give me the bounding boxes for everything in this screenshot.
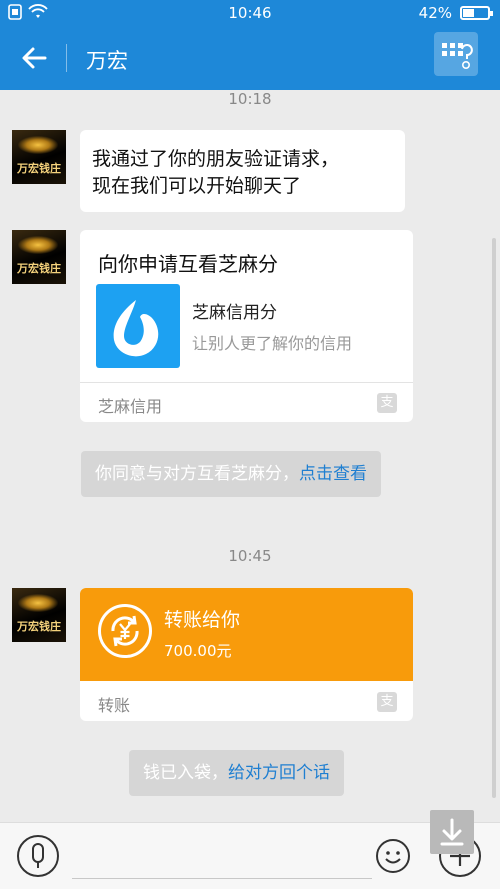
timestamp: 10:45 bbox=[228, 547, 272, 565]
avatar[interactable]: 万宏钱庄 bbox=[12, 230, 66, 284]
notice-text: 钱已入袋， bbox=[143, 763, 228, 783]
status-right: 42% bbox=[418, 4, 493, 22]
input-bar bbox=[0, 822, 500, 889]
view-link[interactable]: 点击查看 bbox=[299, 464, 367, 484]
profile-settings-icon bbox=[442, 43, 473, 69]
chat-header: 万宏 bbox=[0, 26, 500, 90]
back-arrow-icon bbox=[22, 47, 47, 69]
battery-icon bbox=[460, 6, 493, 20]
text-message-line-1: 我通过了你的朋友验证请求， bbox=[92, 148, 340, 170]
battery-percent: 42% bbox=[418, 4, 452, 22]
alipay-mark-icon: 支 bbox=[377, 393, 397, 413]
alipay-mark-icon: 支 bbox=[377, 692, 397, 712]
card-footer-label: 芝麻信用 bbox=[98, 397, 163, 416]
sesame-credit-logo-icon bbox=[96, 284, 180, 368]
header-divider bbox=[66, 44, 67, 72]
transfer-card-top: 转账给你 700.00元 bbox=[80, 588, 413, 681]
sesame-credit-card[interactable]: 向你申请互看芝麻分 芝麻信用分 让别人更了解你的信用 芝麻信用 支 bbox=[80, 230, 413, 422]
transfer-title: 转账给你 bbox=[164, 609, 241, 631]
emoji-button[interactable] bbox=[376, 839, 410, 873]
text-message-bubble[interactable]: 我通过了你的朋友验证请求， 现在我们可以开始聊天了 bbox=[80, 130, 405, 212]
scroll-down-icon bbox=[440, 818, 464, 846]
scrollbar[interactable] bbox=[492, 238, 496, 798]
avatar[interactable]: 万宏钱庄 bbox=[12, 130, 66, 184]
avatar-text: 万宏钱庄 bbox=[17, 620, 61, 633]
timestamp: 10:18 bbox=[228, 90, 272, 108]
card-title: 向你申请互看芝麻分 bbox=[98, 252, 278, 276]
status-bar: 10:46 42% bbox=[0, 0, 500, 26]
voice-button[interactable] bbox=[17, 835, 59, 877]
avatar-sparkle bbox=[18, 236, 58, 254]
avatar-text: 万宏钱庄 bbox=[17, 262, 61, 275]
system-notice: 钱已入袋，给对方回个话 bbox=[129, 750, 344, 796]
voice-icon bbox=[32, 843, 44, 868]
scroll-to-bottom-button[interactable] bbox=[430, 810, 474, 854]
card-app-name: 芝麻信用分 bbox=[192, 303, 277, 323]
transfer-footer-label: 转账 bbox=[98, 696, 131, 715]
transfer-card[interactable]: 转账给你 700.00元 转账 支 bbox=[80, 588, 413, 721]
transfer-amount: 700.00元 bbox=[164, 642, 232, 660]
message-input[interactable] bbox=[72, 831, 372, 879]
card-app-description: 让别人更了解你的信用 bbox=[192, 334, 353, 353]
reply-link[interactable]: 给对方回个话 bbox=[228, 763, 330, 783]
coin-icon bbox=[98, 604, 152, 658]
text-message-line-2: 现在我们可以开始聊天了 bbox=[92, 175, 302, 197]
system-notice: 你同意与对方互看芝麻分，点击查看 bbox=[81, 451, 381, 497]
page-title: 万宏 bbox=[86, 49, 128, 73]
avatar-sparkle bbox=[18, 594, 58, 612]
avatar-text: 万宏钱庄 bbox=[17, 162, 61, 175]
card-divider bbox=[80, 382, 413, 383]
emoji-icon bbox=[385, 851, 401, 864]
notice-text: 你同意与对方互看芝麻分， bbox=[95, 464, 299, 484]
back-button[interactable] bbox=[14, 40, 54, 76]
avatar-sparkle bbox=[18, 136, 58, 154]
profile-settings-button[interactable] bbox=[434, 32, 478, 76]
battery-fill bbox=[463, 9, 474, 17]
avatar[interactable]: 万宏钱庄 bbox=[12, 588, 66, 642]
